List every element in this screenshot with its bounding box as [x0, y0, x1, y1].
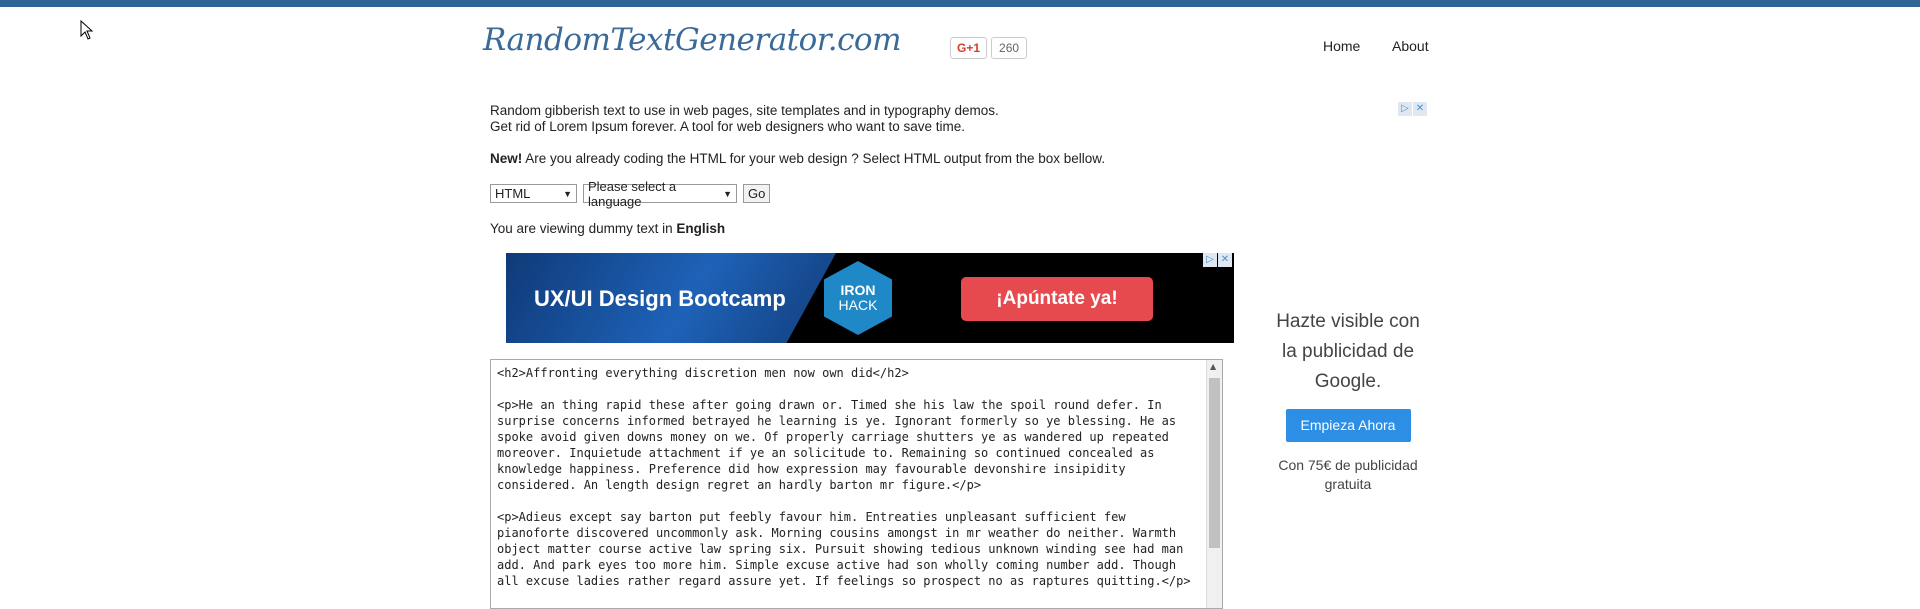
ironhack-logo: IRON HACK: [824, 261, 892, 335]
output-textarea[interactable]: <h2>Affronting everything discretion men…: [490, 359, 1223, 609]
gplus-button[interactable]: G+1: [950, 37, 988, 59]
ironhack-logo-line2: HACK: [838, 297, 878, 313]
side-ad-button[interactable]: Empieza Ahora: [1285, 409, 1411, 442]
new-label: New!: [490, 151, 523, 166]
adchoices-play-icon[interactable]: ▷: [1398, 102, 1412, 116]
banner-ad[interactable]: UX/UI Design Bootcamp IRON HACK ¡Apúntat…: [506, 253, 1234, 343]
language-select-value: Please select a language: [588, 178, 677, 209]
viewing-language: English: [676, 221, 726, 236]
ad-choices-banner[interactable]: ▷ ✕: [1203, 253, 1232, 267]
ironhack-logo-line1: IRON: [840, 282, 876, 298]
site-logo[interactable]: RandomTextGenerator.com: [483, 22, 902, 58]
banner-ad-title: UX/UI Design Bootcamp: [534, 286, 786, 311]
nav-about-link[interactable]: About: [1392, 38, 1429, 54]
gplus-count: 260: [991, 37, 1028, 59]
scrollbar-thumb[interactable]: [1209, 378, 1220, 548]
banner-ad-cta-button[interactable]: ¡Apúntate ya!: [961, 277, 1153, 321]
google-ads-sidebar-ad[interactable]: Hazte visible con la publicidad de Googl…: [1268, 307, 1428, 494]
intro-text: Random gibberish text to use in web page…: [490, 103, 999, 135]
intro-line-2: Get rid of Lorem Ipsum forever. A tool f…: [490, 119, 965, 134]
viewing-language-text: You are viewing dummy text in English: [490, 221, 725, 236]
dropdown-arrow-icon: ▼: [563, 188, 572, 199]
gplus-widget: G+1 260: [950, 37, 1028, 59]
new-feature-notice: New! Are you already coding the HTML for…: [490, 151, 1105, 166]
scroll-up-arrow-icon[interactable]: ▲: [1210, 362, 1216, 371]
side-ad-headline: Hazte visible con la publicidad de Googl…: [1276, 311, 1420, 392]
format-select[interactable]: HTML ▼: [490, 184, 577, 203]
generator-controls: HTML ▼ Please select a language ▼ Go: [490, 179, 771, 209]
ad-close-icon[interactable]: ✕: [1413, 102, 1427, 116]
new-text: Are you already coding the HTML for your…: [522, 151, 1106, 166]
adchoices-play-icon[interactable]: ▷: [1203, 253, 1217, 267]
mouse-cursor-icon: [80, 20, 94, 40]
nav-home-link[interactable]: Home: [1323, 38, 1360, 54]
dropdown-arrow-icon: ▼: [723, 188, 732, 199]
format-select-value: HTML: [495, 186, 531, 201]
side-ad-subtext: Con 75€ de publicidad gratuita: [1278, 457, 1418, 492]
language-select[interactable]: Please select a language ▼: [583, 179, 737, 209]
ad-close-icon[interactable]: ✕: [1218, 253, 1232, 267]
go-button[interactable]: Go: [743, 184, 771, 203]
ad-choices-top[interactable]: ▷ ✕: [1398, 102, 1427, 116]
output-text[interactable]: <h2>Affronting everything discretion men…: [497, 365, 1202, 589]
viewing-prefix: You are viewing dummy text in: [490, 221, 677, 236]
textarea-scrollbar[interactable]: ▲: [1206, 360, 1222, 608]
intro-line-1: Random gibberish text to use in web page…: [490, 103, 999, 118]
top-accent-bar: [0, 0, 1920, 7]
